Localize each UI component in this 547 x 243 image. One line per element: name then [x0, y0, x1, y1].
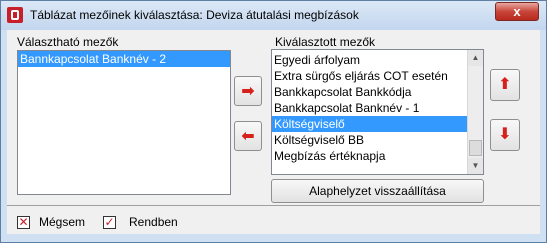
dialog-body: Választható mezők Bannkapcsolat Banknév … [7, 30, 540, 234]
arrow-left-icon: ⬅ [241, 128, 255, 145]
cancel-icon[interactable]: ✕ [17, 216, 30, 229]
footer-divider [7, 205, 540, 206]
move-right-button[interactable]: ➡ [234, 76, 262, 106]
close-button[interactable]: x [495, 2, 539, 21]
cancel-button[interactable]: Mégsem [39, 215, 85, 229]
arrow-up-icon: ⬆ [498, 76, 512, 93]
ok-button[interactable]: Rendben [129, 215, 178, 229]
scroll-down-icon[interactable]: ▼ [468, 158, 483, 174]
available-fields-label: Választható mezők [17, 35, 119, 49]
selected-fields-label: Kiválasztott mezők [275, 35, 376, 49]
list-item[interactable]: Költségviselő BB [272, 132, 468, 148]
window-title: Táblázat mezőinek kiválasztása: Deviza á… [30, 8, 359, 22]
list-item[interactable]: Bankkapcsolat Banknév - 1 [272, 100, 468, 116]
arrow-right-icon: ➡ [241, 83, 255, 100]
list-item[interactable]: Megbízás értéknapja [272, 148, 468, 164]
arrow-down-icon: ⬇ [498, 126, 512, 143]
move-left-button[interactable]: ⬅ [234, 121, 262, 151]
ok-icon[interactable]: ✓ [103, 216, 116, 229]
app-icon [7, 7, 23, 23]
list-item[interactable]: Bankkapcsolat Bankkódja [272, 84, 468, 100]
available-fields-listbox[interactable]: Bannkapcsolat Banknév - 2 [17, 50, 231, 195]
move-down-button[interactable]: ⬇ [490, 119, 520, 151]
scrollbar[interactable]: ▲ ▼ [467, 50, 483, 174]
list-item[interactable]: Költségviselő [272, 116, 468, 132]
scroll-up-icon[interactable]: ▲ [468, 50, 483, 66]
move-up-button[interactable]: ⬆ [490, 69, 520, 101]
list-item[interactable]: Extra sürgős eljárás COT esetén [272, 68, 468, 84]
selected-fields-listbox[interactable]: Egyedi árfolyam Extra sürgős eljárás COT … [271, 49, 484, 175]
scroll-thumb[interactable] [469, 140, 482, 156]
list-item[interactable]: Egyedi árfolyam [272, 52, 468, 68]
dialog-window: Táblázat mezőinek kiválasztása: Deviza á… [0, 0, 547, 243]
reset-button[interactable]: Alaphelyzet visszaállítása [271, 179, 484, 203]
title-bar: Táblázat mezőinek kiválasztása: Deviza á… [1, 1, 546, 30]
list-item[interactable]: Bannkapcsolat Banknév - 2 [18, 51, 230, 67]
